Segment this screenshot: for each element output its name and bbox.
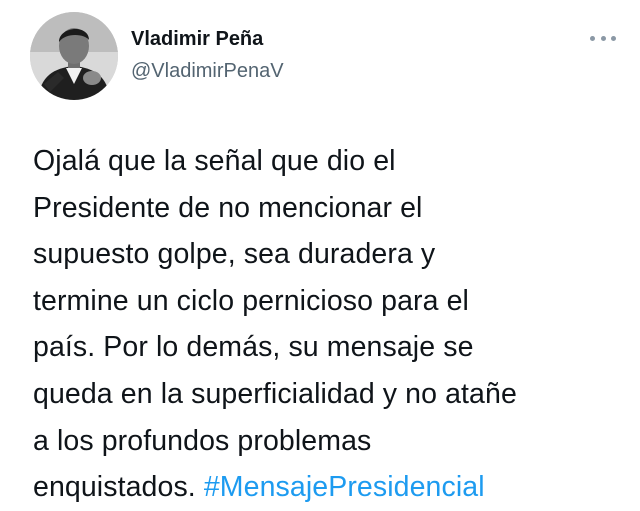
tweet-text-last-line: enquistados. #MensajePresidencial (33, 464, 623, 511)
profile-photo (30, 12, 118, 100)
tweet-text-line: país. Por lo demás, su mensaje se (33, 331, 474, 364)
dot (600, 35, 606, 41)
tweet-text-line: Presidente de no mencionar el (33, 191, 423, 224)
tweet-text-line: Ojalá que la señal que dio el (33, 145, 396, 177)
hashtag-link[interactable]: #MensajePresidencial (204, 471, 485, 503)
tweet-text-line: supuesto golpe, sea duradera y (33, 238, 436, 271)
author-display-name[interactable]: Vladimir Peña (131, 28, 263, 51)
author-handle[interactable]: @VladimirPenaV (131, 60, 284, 83)
avatar[interactable] (30, 12, 118, 100)
dot (611, 35, 616, 41)
tweet-text: Ojalá que la señal que dio el Presidente… (33, 138, 623, 511)
tweet-text-line: termine un ciclo pernicioso para el (33, 284, 469, 317)
dot (590, 35, 595, 41)
tweet-text-line: queda en la superficialidad y no atañe (33, 377, 517, 410)
more-options-icon[interactable] (590, 30, 616, 46)
tweet-text-line: a los profundos problemas (33, 424, 372, 457)
tweet-text-segment: enquistados. (33, 471, 204, 504)
tweet-card: Vladimir Peña @VladimirPenaV Ojalá que l… (0, 0, 640, 507)
